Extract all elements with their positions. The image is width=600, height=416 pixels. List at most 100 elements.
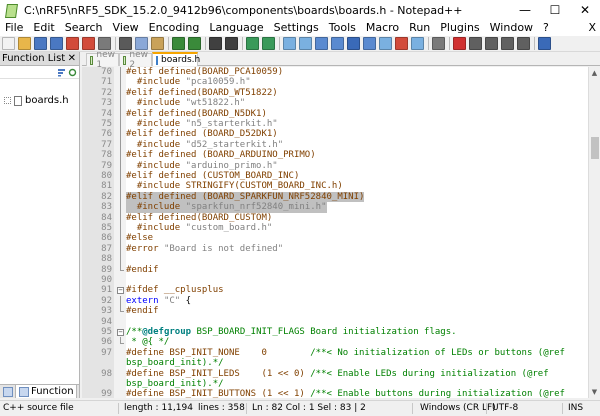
fold-toggle-icon[interactable]: − (117, 328, 124, 336)
code-line[interactable]: 70 #elif defined(BOARD_PCA10059) (82, 67, 588, 77)
doc-switcher-icon[interactable] (3, 386, 13, 397)
reload-icon[interactable] (68, 68, 77, 77)
menu-encoding[interactable]: Encoding (144, 20, 205, 36)
minimize-button[interactable]: — (510, 0, 540, 20)
doc-map-icon[interactable] (379, 37, 392, 50)
monitoring-icon[interactable] (432, 37, 445, 50)
code-line[interactable]: bsp_board_init).*/ (82, 358, 588, 368)
code-line[interactable]: 72 #elif defined(BOARD_WT51822) (82, 88, 588, 98)
code-line[interactable]: 78 #elif defined (BOARD_ARDUINO_PRIMO) (82, 150, 588, 160)
word-wrap-icon[interactable] (315, 37, 328, 50)
code-line[interactable]: 76 #elif defined (BOARD_D52DK1) (82, 129, 588, 139)
code-text: #elif defined(BOARD_CUSTOM) (126, 212, 273, 223)
function-list-close-button[interactable]: ✕ (68, 52, 76, 66)
menu-file[interactable]: File (0, 20, 28, 36)
stop-macro-icon[interactable] (469, 37, 482, 50)
tree-expander-icon[interactable] (4, 97, 11, 104)
menu-run[interactable]: Run (404, 20, 435, 36)
copy-icon[interactable] (135, 37, 148, 50)
menu-view[interactable]: View (108, 20, 144, 36)
function-list-tree-item[interactable]: boards.h (0, 79, 79, 106)
code-line[interactable]: 91 #ifdef __cplusplus (82, 285, 588, 295)
menu-settings[interactable]: Settings (269, 20, 324, 36)
close-document-button[interactable]: X (588, 20, 596, 36)
code-line[interactable]: 99 #define BSP_INIT_BUTTONS (1 << 1) /**<… (82, 389, 588, 398)
code-line[interactable]: 93 #endif (82, 306, 588, 316)
code-line[interactable]: 89 #endif (82, 265, 588, 275)
close-all-icon[interactable] (82, 37, 95, 50)
code-line[interactable]: 97 #define BSP_INIT_NONE 0 /**< No initia… (82, 348, 588, 358)
menu-plugins[interactable]: Plugins (435, 20, 484, 36)
line-number: 78 (101, 150, 112, 161)
replace-icon[interactable] (225, 37, 238, 50)
code-line[interactable]: 79 #include "arduino_primo.h" (82, 161, 588, 171)
code-line[interactable]: 86 #else (82, 233, 588, 243)
menu-language[interactable]: Language (204, 20, 268, 36)
code-line[interactable]: 85 #include "custom_board.h" (82, 223, 588, 233)
redo-icon[interactable] (188, 37, 201, 50)
tab-function-list[interactable]: Function (15, 385, 77, 398)
code-line[interactable]: bsp_board_init).*/ (82, 379, 588, 389)
open-file-icon[interactable] (18, 37, 31, 50)
tab-new-2[interactable]: new 2 (119, 50, 152, 70)
code-line[interactable]: 75 #include "n5_starterkit.h" (82, 119, 588, 129)
tab-new-1[interactable]: new 1 (86, 50, 119, 70)
menu-search[interactable]: Search (60, 20, 108, 36)
function-list-icon[interactable] (395, 37, 408, 50)
fold-toggle-icon[interactable]: − (117, 286, 124, 294)
udl-icon[interactable] (363, 37, 376, 50)
code-line[interactable]: 74 #elif defined(BOARD_N5DK1) (82, 109, 588, 119)
code-line[interactable]: 71 #include "pca10059.h" (82, 77, 588, 87)
menu-help[interactable]: ? (538, 20, 554, 36)
code-line[interactable]: 95 /**@defgroup BSP_BOARD_INIT_FLAGS Boar… (82, 327, 588, 337)
code-line[interactable]: 90 (82, 275, 588, 285)
code-editor[interactable]: 70 #elif defined(BOARD_PCA10059) 71 #inclu… (82, 67, 588, 398)
folder-as-workspace-icon[interactable] (411, 37, 424, 50)
code-line[interactable]: 84 #elif defined(BOARD_CUSTOM) (82, 213, 588, 223)
sort-icon[interactable] (57, 68, 66, 77)
sync-horizontal-icon[interactable] (299, 37, 312, 50)
code-line[interactable]: 77 #include "d52_starterkit.h" (82, 140, 588, 150)
print-icon[interactable] (98, 37, 111, 50)
close-icon[interactable] (66, 37, 79, 50)
code-line[interactable]: 87 #error "Board is not defined" (82, 244, 588, 254)
sync-vertical-icon[interactable] (283, 37, 296, 50)
cut-icon[interactable] (119, 37, 132, 50)
code-line[interactable]: 92 extern "C" { (82, 296, 588, 306)
indent-guide-icon[interactable] (347, 37, 360, 50)
spell-check-icon[interactable] (538, 37, 551, 50)
code-line[interactable]: 73 #include "wt51822.h" (82, 98, 588, 108)
code-line[interactable]: 83 #include "sparkfun_nrf52840_mini.h" (82, 202, 588, 213)
code-line[interactable]: 88 (82, 254, 588, 264)
scroll-down-arrow-icon[interactable]: ▼ (589, 386, 600, 398)
code-line[interactable]: 81 #include STRINGIFY(CUSTOM_BOARD_INC.h… (82, 181, 588, 191)
code-line[interactable]: 82 #elif defined (BOARD_SPARKFUN_NRF52840… (82, 191, 588, 203)
scrollbar-thumb[interactable] (591, 137, 599, 159)
save-icon[interactable] (34, 37, 47, 50)
close-window-button[interactable]: ✕ (570, 0, 600, 20)
code-line[interactable]: 98 #define BSP_INIT_LEDS (1 << 0) /**< En… (82, 369, 588, 379)
maximize-button[interactable]: ☐ (540, 0, 570, 20)
vertical-scrollbar[interactable]: ▲ ▼ (588, 67, 600, 398)
new-file-icon[interactable] (2, 37, 15, 50)
record-macro-icon[interactable] (453, 37, 466, 50)
paste-icon[interactable] (151, 37, 164, 50)
scroll-up-arrow-icon[interactable]: ▲ (589, 67, 600, 79)
zoom-out-icon[interactable] (262, 37, 275, 50)
code-line[interactable]: 96 * @{ */ (82, 337, 588, 347)
code-line[interactable]: 94 (82, 317, 588, 327)
menu-tools[interactable]: Tools (324, 20, 361, 36)
show-all-chars-icon[interactable] (331, 37, 344, 50)
zoom-in-icon[interactable] (246, 37, 259, 50)
menu-window[interactable]: Window (485, 20, 538, 36)
save-all-icon[interactable] (50, 37, 63, 50)
undo-icon[interactable] (172, 37, 185, 50)
find-icon[interactable] (209, 37, 222, 50)
play-multiple-icon[interactable] (501, 37, 514, 50)
menu-edit[interactable]: Edit (28, 20, 59, 36)
tab-boards-h[interactable]: boards.h (152, 52, 200, 66)
play-macro-icon[interactable] (485, 37, 498, 50)
save-macro-icon[interactable] (517, 37, 530, 50)
code-line[interactable]: 80 #elif defined (CUSTOM_BOARD_INC) (82, 171, 588, 181)
menu-macro[interactable]: Macro (361, 20, 404, 36)
